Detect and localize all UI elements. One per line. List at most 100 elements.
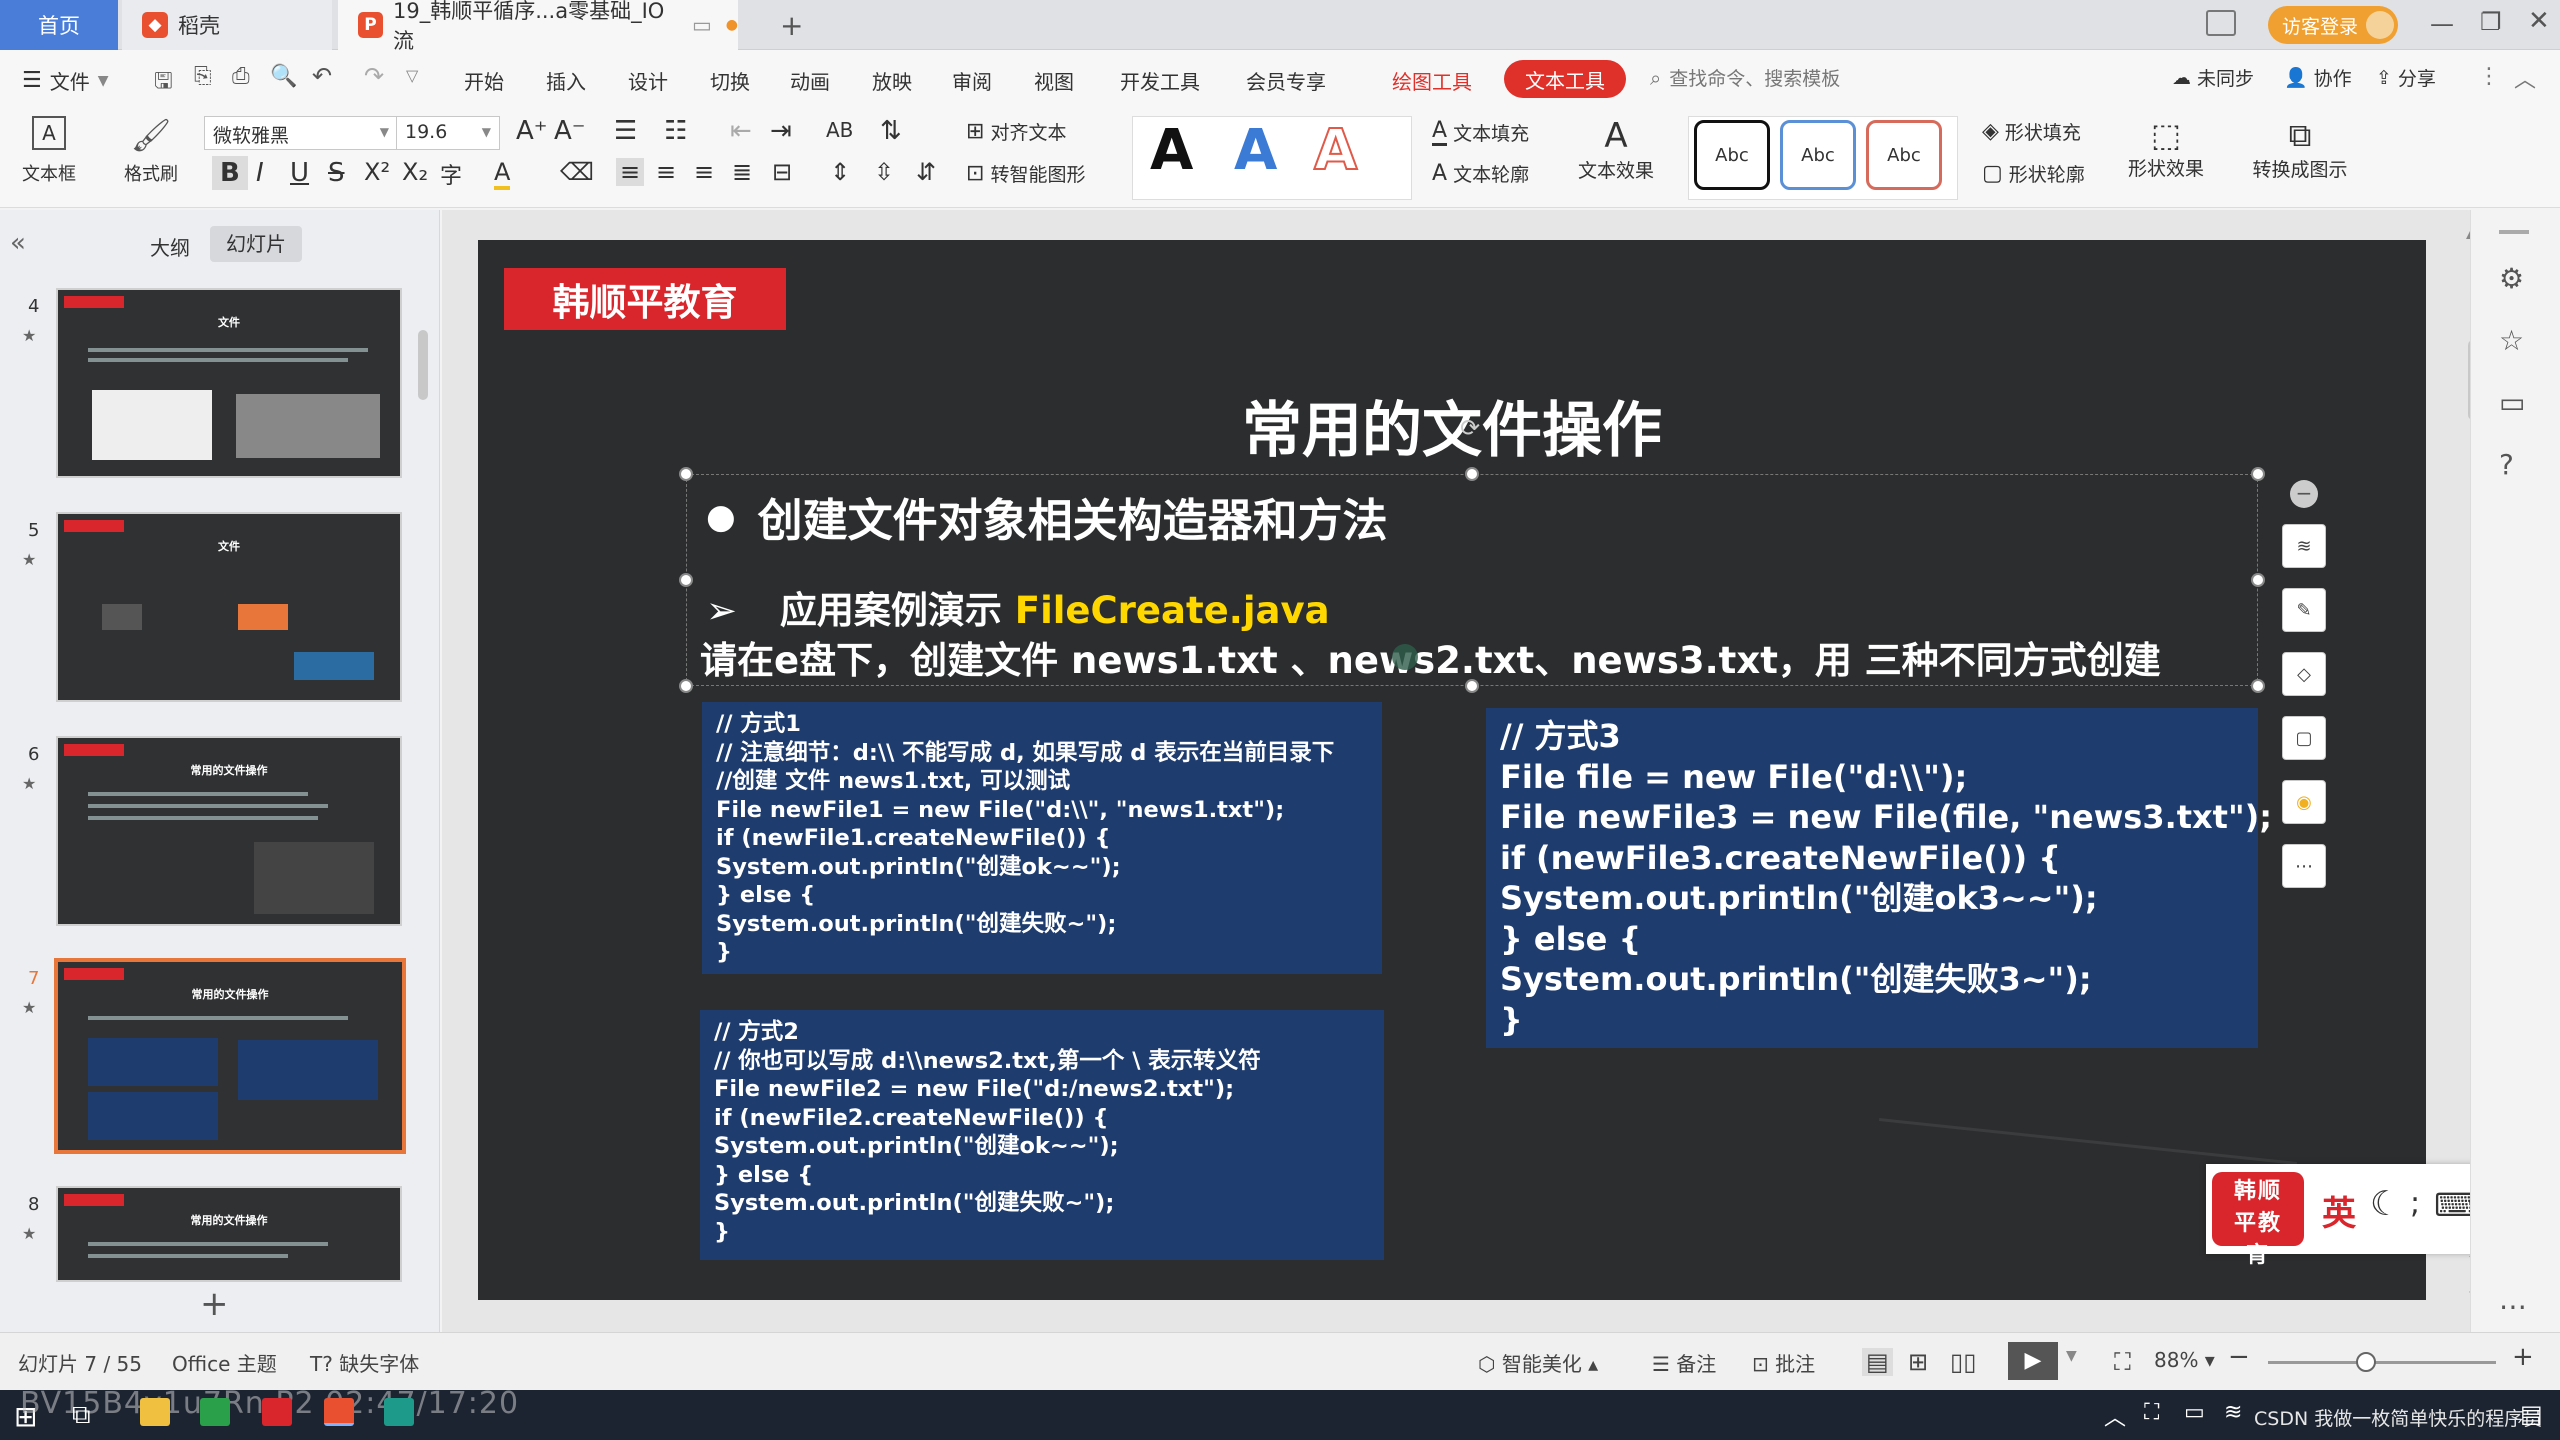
ime-lang-toggle[interactable]: 英 bbox=[2322, 1186, 2356, 1235]
sync-button[interactable]: ☁ 未同步 bbox=[2172, 64, 2254, 91]
beautify-button[interactable]: ⬡ 智能美化 ▴ bbox=[1478, 1348, 1598, 1377]
sorter-view-icon[interactable]: ⊞ bbox=[1908, 1348, 1928, 1376]
help-icon[interactable]: ? bbox=[2499, 448, 2514, 481]
resize-handle[interactable] bbox=[679, 467, 693, 481]
font-size-select[interactable]: 19.6 ▼ bbox=[396, 116, 500, 150]
shape-style-2[interactable]: Abc bbox=[1780, 120, 1856, 190]
more-menu-icon[interactable]: ⋮ bbox=[2478, 64, 2500, 89]
app-green-icon[interactable] bbox=[200, 1398, 230, 1426]
distribute-icon[interactable]: ⊟ bbox=[772, 158, 792, 186]
menu-text-tools[interactable]: 文本工具 bbox=[1504, 60, 1626, 98]
zoom-level[interactable]: 88% ▾ bbox=[2154, 1348, 2215, 1372]
para-spacing-icon[interactable]: ⇳ bbox=[874, 158, 894, 186]
text-fill-button[interactable]: A 文本填充 bbox=[1432, 118, 1529, 146]
idea-icon[interactable]: ◉ bbox=[2282, 780, 2326, 824]
tray-battery-icon[interactable]: ▭ bbox=[2184, 1400, 2205, 1425]
task-view-icon[interactable]: ⧉ bbox=[72, 1400, 91, 1431]
login-button[interactable]: 访客登录 bbox=[2268, 6, 2398, 44]
superscript-icon[interactable]: X² bbox=[364, 158, 390, 186]
menu-start[interactable]: 开始 bbox=[464, 66, 504, 95]
punctuation-icon[interactable]: ; bbox=[2410, 1186, 2420, 1221]
menu-animation[interactable]: 动画 bbox=[790, 66, 830, 95]
collapse-toolbar-icon[interactable]: − bbox=[2290, 480, 2318, 508]
customize-icon[interactable]: ▽ bbox=[406, 66, 418, 85]
save-icon[interactable]: 🖫 bbox=[154, 64, 173, 102]
menu-file[interactable]: ☰ 文件 ▼ bbox=[22, 66, 109, 95]
frame-icon[interactable]: ▢ bbox=[2282, 716, 2326, 760]
star-icon[interactable]: ☆ bbox=[2499, 324, 2524, 357]
tab-outline[interactable]: 大纲 bbox=[150, 232, 190, 261]
more-sidebar-icon[interactable]: ⋯ bbox=[2499, 1290, 2527, 1323]
shape-fill-button[interactable]: ◈ 形状填充 bbox=[1982, 118, 2081, 145]
zoom-out-icon[interactable]: − bbox=[2228, 1342, 2250, 1372]
code-block-1[interactable]: // 方式1 // 注意细节：d:\\ 不能写成 d, 如果写成 d 表示在当前… bbox=[702, 702, 1382, 974]
wordart-red[interactable]: A bbox=[1313, 117, 1358, 184]
font-family-select[interactable]: 微软雅黑 ▼ bbox=[204, 116, 398, 150]
bold-icon[interactable]: B bbox=[212, 156, 248, 190]
wordart-blue[interactable]: A bbox=[1234, 118, 1277, 183]
add-slide-button[interactable]: + bbox=[200, 1284, 229, 1324]
smart-shape-button[interactable]: ⊡ 转智能图形 bbox=[966, 160, 1085, 187]
align-right-icon[interactable]: ≡ bbox=[694, 158, 714, 186]
explorer-icon[interactable] bbox=[140, 1398, 170, 1426]
grow-font-icon[interactable]: A⁺ bbox=[516, 116, 548, 146]
theme-name[interactable]: Office 主题 bbox=[172, 1348, 277, 1377]
zoom-slider-thumb[interactable] bbox=[2356, 1352, 2376, 1372]
slide-title[interactable]: 常用的文件操作 bbox=[478, 382, 2426, 469]
collapse-ribbon-icon[interactable]: ︿ bbox=[2514, 62, 2536, 94]
slide-thumb-4[interactable]: 文件 bbox=[56, 288, 402, 478]
menu-member[interactable]: 会员专享 bbox=[1246, 66, 1326, 95]
rotate-handle-icon[interactable]: ⟳ bbox=[1460, 414, 1480, 442]
strikethrough-icon[interactable]: S bbox=[328, 158, 345, 188]
textbox-button[interactable]: A 文本框 bbox=[14, 116, 84, 186]
collab-button[interactable]: 👤 协作 bbox=[2284, 64, 2352, 91]
wps-icon[interactable] bbox=[324, 1398, 354, 1426]
missing-font-button[interactable]: T? 缺失字体 bbox=[310, 1348, 419, 1377]
tab-docer[interactable]: ◆ 稻壳 bbox=[122, 0, 332, 50]
tray-chevron-icon[interactable]: ︿ bbox=[2104, 1400, 2126, 1432]
tab-slides[interactable]: 幻灯片 bbox=[210, 226, 302, 262]
notes-button[interactable]: ☰ 备注 bbox=[1652, 1348, 1716, 1377]
menu-slideshow[interactable]: 放映 bbox=[872, 66, 912, 95]
text-effect-button[interactable]: A 文本效果 bbox=[1568, 116, 1664, 183]
collapse-panel-icon[interactable]: « bbox=[10, 228, 26, 258]
resize-handle[interactable] bbox=[1465, 467, 1479, 481]
fit-window-icon[interactable]: ⛶ bbox=[2114, 1348, 2131, 1376]
close-icon[interactable]: ✕ bbox=[2528, 6, 2550, 36]
comment-icon[interactable]: ▭ bbox=[2499, 386, 2525, 419]
underline-icon[interactable]: U bbox=[290, 158, 309, 188]
bullets-icon[interactable]: ☰ bbox=[614, 116, 637, 146]
resize-handle[interactable] bbox=[2251, 573, 2265, 587]
tray-wifi-icon[interactable]: ≋ bbox=[2224, 1400, 2242, 1425]
menu-view[interactable]: 视图 bbox=[1034, 66, 1074, 95]
menu-insert[interactable]: 插入 bbox=[546, 66, 586, 95]
wordart-black[interactable]: A bbox=[1150, 118, 1193, 183]
align-text-button[interactable]: ⊞ 对齐文本 bbox=[966, 118, 1066, 145]
text-outline-button[interactable]: A 文本轮廓 bbox=[1432, 160, 1529, 187]
tab-home[interactable]: 首页 bbox=[0, 0, 118, 50]
resize-handle[interactable] bbox=[2251, 679, 2265, 693]
pen-icon[interactable]: ✎ bbox=[2282, 588, 2326, 632]
export-icon[interactable]: ⎘ bbox=[194, 64, 212, 89]
preview-icon[interactable]: 🔍 bbox=[270, 64, 297, 89]
code-block-3[interactable]: // 方式3 File file = new File("d:\\"); Fil… bbox=[1486, 708, 2272, 1048]
zoom-in-icon[interactable]: + bbox=[2512, 1342, 2534, 1372]
shrink-font-icon[interactable]: A⁻ bbox=[554, 116, 586, 146]
phonetic-icon[interactable]: 字 bbox=[440, 158, 462, 190]
convert-diagram-button[interactable]: ⧉ 转换成图示 bbox=[2240, 116, 2360, 182]
shape-effect-button[interactable]: ⬚ 形状效果 bbox=[2114, 116, 2218, 181]
properties-icon[interactable]: ⚙ bbox=[2499, 262, 2524, 295]
layers-icon[interactable]: ≋ bbox=[2282, 524, 2326, 568]
decrease-indent-icon[interactable]: ⇤ bbox=[730, 116, 752, 146]
comment-button[interactable]: ⊡ 批注 bbox=[1752, 1348, 1815, 1377]
justify-icon[interactable]: ≣ bbox=[732, 158, 752, 186]
share-button[interactable]: ⇪ 分享 bbox=[2376, 64, 2436, 91]
slide-thumb-6[interactable]: 常用的文件操作 bbox=[56, 736, 402, 926]
font-color-icon[interactable]: A bbox=[494, 158, 511, 190]
slide[interactable]: 韩顺平教育 常用的文件操作 ⟳ ● 创建文件对象相关构造器和方法 ➢ 应用案例演… bbox=[478, 240, 2426, 1300]
slide-thumb-5[interactable]: 文件 bbox=[56, 512, 402, 702]
slide-thumb-8[interactable]: 常用的文件操作 bbox=[56, 1186, 402, 1282]
panel-scrollbar[interactable] bbox=[418, 330, 428, 400]
shape-style-1[interactable]: Abc bbox=[1694, 120, 1770, 190]
play-dropdown-icon[interactable]: ▼ bbox=[2066, 1348, 2077, 1364]
